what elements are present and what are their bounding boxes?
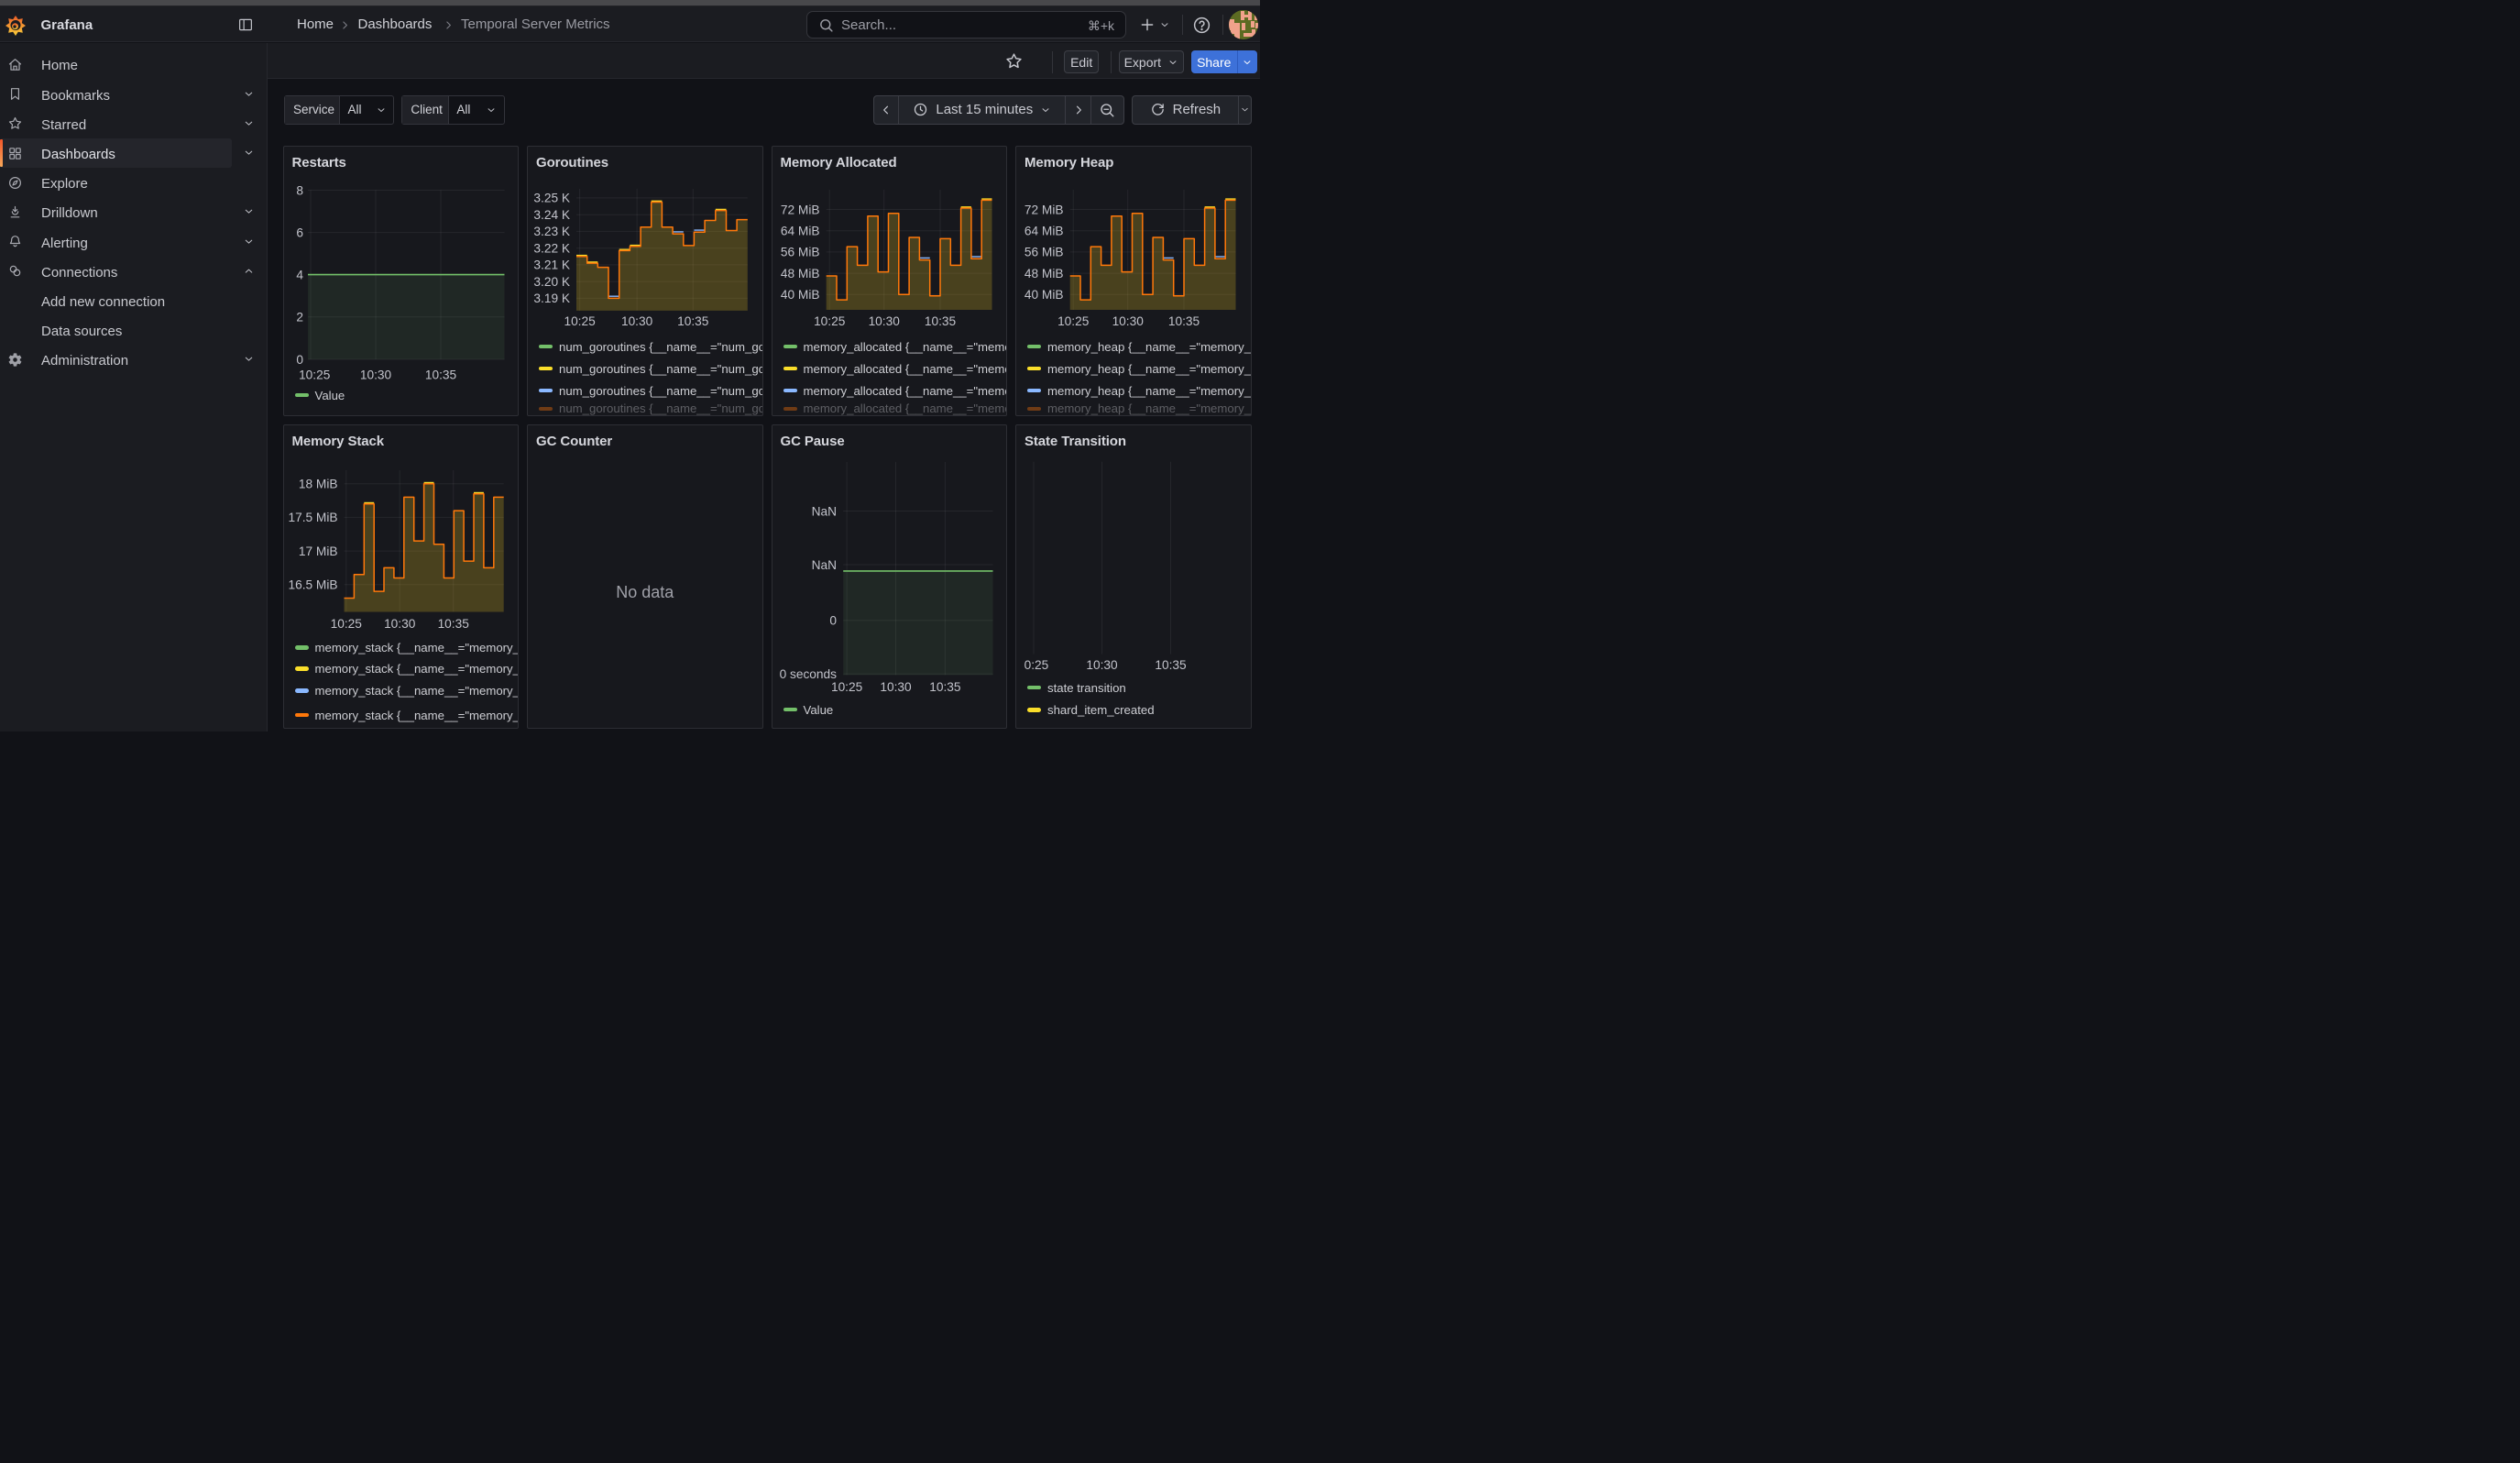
svg-text:3.24 K: 3.24 K xyxy=(533,208,570,222)
svg-text:64 MiB: 64 MiB xyxy=(780,224,819,237)
svg-text:3.23 K: 3.23 K xyxy=(533,225,570,238)
svg-text:10:25: 10:25 xyxy=(299,368,331,381)
svg-text:72 MiB: 72 MiB xyxy=(780,203,819,216)
svg-text:10:35: 10:35 xyxy=(1168,314,1200,328)
svg-text:10:35: 10:35 xyxy=(1155,658,1187,672)
svg-text:10:25: 10:25 xyxy=(564,314,596,328)
svg-text:3.25 K: 3.25 K xyxy=(533,191,570,204)
svg-text:10:25: 10:25 xyxy=(1057,314,1090,328)
svg-text:10:35: 10:35 xyxy=(677,314,709,328)
svg-text:10:25: 10:25 xyxy=(830,680,862,694)
svg-text:6: 6 xyxy=(296,226,303,239)
svg-text:10:30: 10:30 xyxy=(1112,314,1145,328)
svg-text:17 MiB: 17 MiB xyxy=(298,544,337,558)
svg-text:10:30: 10:30 xyxy=(359,368,391,381)
svg-text:17.5 MiB: 17.5 MiB xyxy=(288,511,337,524)
svg-text:10:35: 10:35 xyxy=(437,617,469,631)
svg-text:3.22 K: 3.22 K xyxy=(533,241,570,255)
svg-text:16.5 MiB: 16.5 MiB xyxy=(288,578,337,592)
svg-text:NaN: NaN xyxy=(811,504,836,518)
svg-text:0:25: 0:25 xyxy=(1024,658,1049,672)
svg-text:56 MiB: 56 MiB xyxy=(1024,245,1064,258)
svg-text:10:30: 10:30 xyxy=(621,314,653,328)
svg-text:10:30: 10:30 xyxy=(868,314,900,328)
svg-text:10:35: 10:35 xyxy=(924,314,956,328)
svg-text:56 MiB: 56 MiB xyxy=(780,245,819,258)
svg-text:40 MiB: 40 MiB xyxy=(1024,288,1064,302)
svg-text:0 seconds: 0 seconds xyxy=(779,667,837,681)
svg-text:10:35: 10:35 xyxy=(929,680,961,694)
svg-text:64 MiB: 64 MiB xyxy=(1024,224,1064,237)
svg-text:4: 4 xyxy=(296,268,303,281)
svg-text:3.20 K: 3.20 K xyxy=(533,275,570,289)
svg-text:10:35: 10:35 xyxy=(424,368,456,381)
svg-text:10:30: 10:30 xyxy=(880,680,912,694)
svg-text:48 MiB: 48 MiB xyxy=(1024,266,1064,280)
svg-text:10:25: 10:25 xyxy=(814,314,846,328)
svg-text:3.21 K: 3.21 K xyxy=(533,258,570,271)
svg-text:18 MiB: 18 MiB xyxy=(298,478,337,491)
svg-text:48 MiB: 48 MiB xyxy=(780,266,819,280)
svg-text:8: 8 xyxy=(296,183,303,197)
svg-text:0: 0 xyxy=(829,614,837,628)
svg-text:10:30: 10:30 xyxy=(384,617,416,631)
svg-text:0: 0 xyxy=(296,352,303,366)
svg-text:3.19 K: 3.19 K xyxy=(533,292,570,305)
svg-text:40 MiB: 40 MiB xyxy=(780,288,819,302)
svg-text:10:25: 10:25 xyxy=(330,617,362,631)
svg-text:72 MiB: 72 MiB xyxy=(1024,203,1064,216)
svg-text:10:30: 10:30 xyxy=(1086,658,1118,672)
svg-text:2: 2 xyxy=(296,310,303,324)
svg-text:NaN: NaN xyxy=(811,558,836,572)
